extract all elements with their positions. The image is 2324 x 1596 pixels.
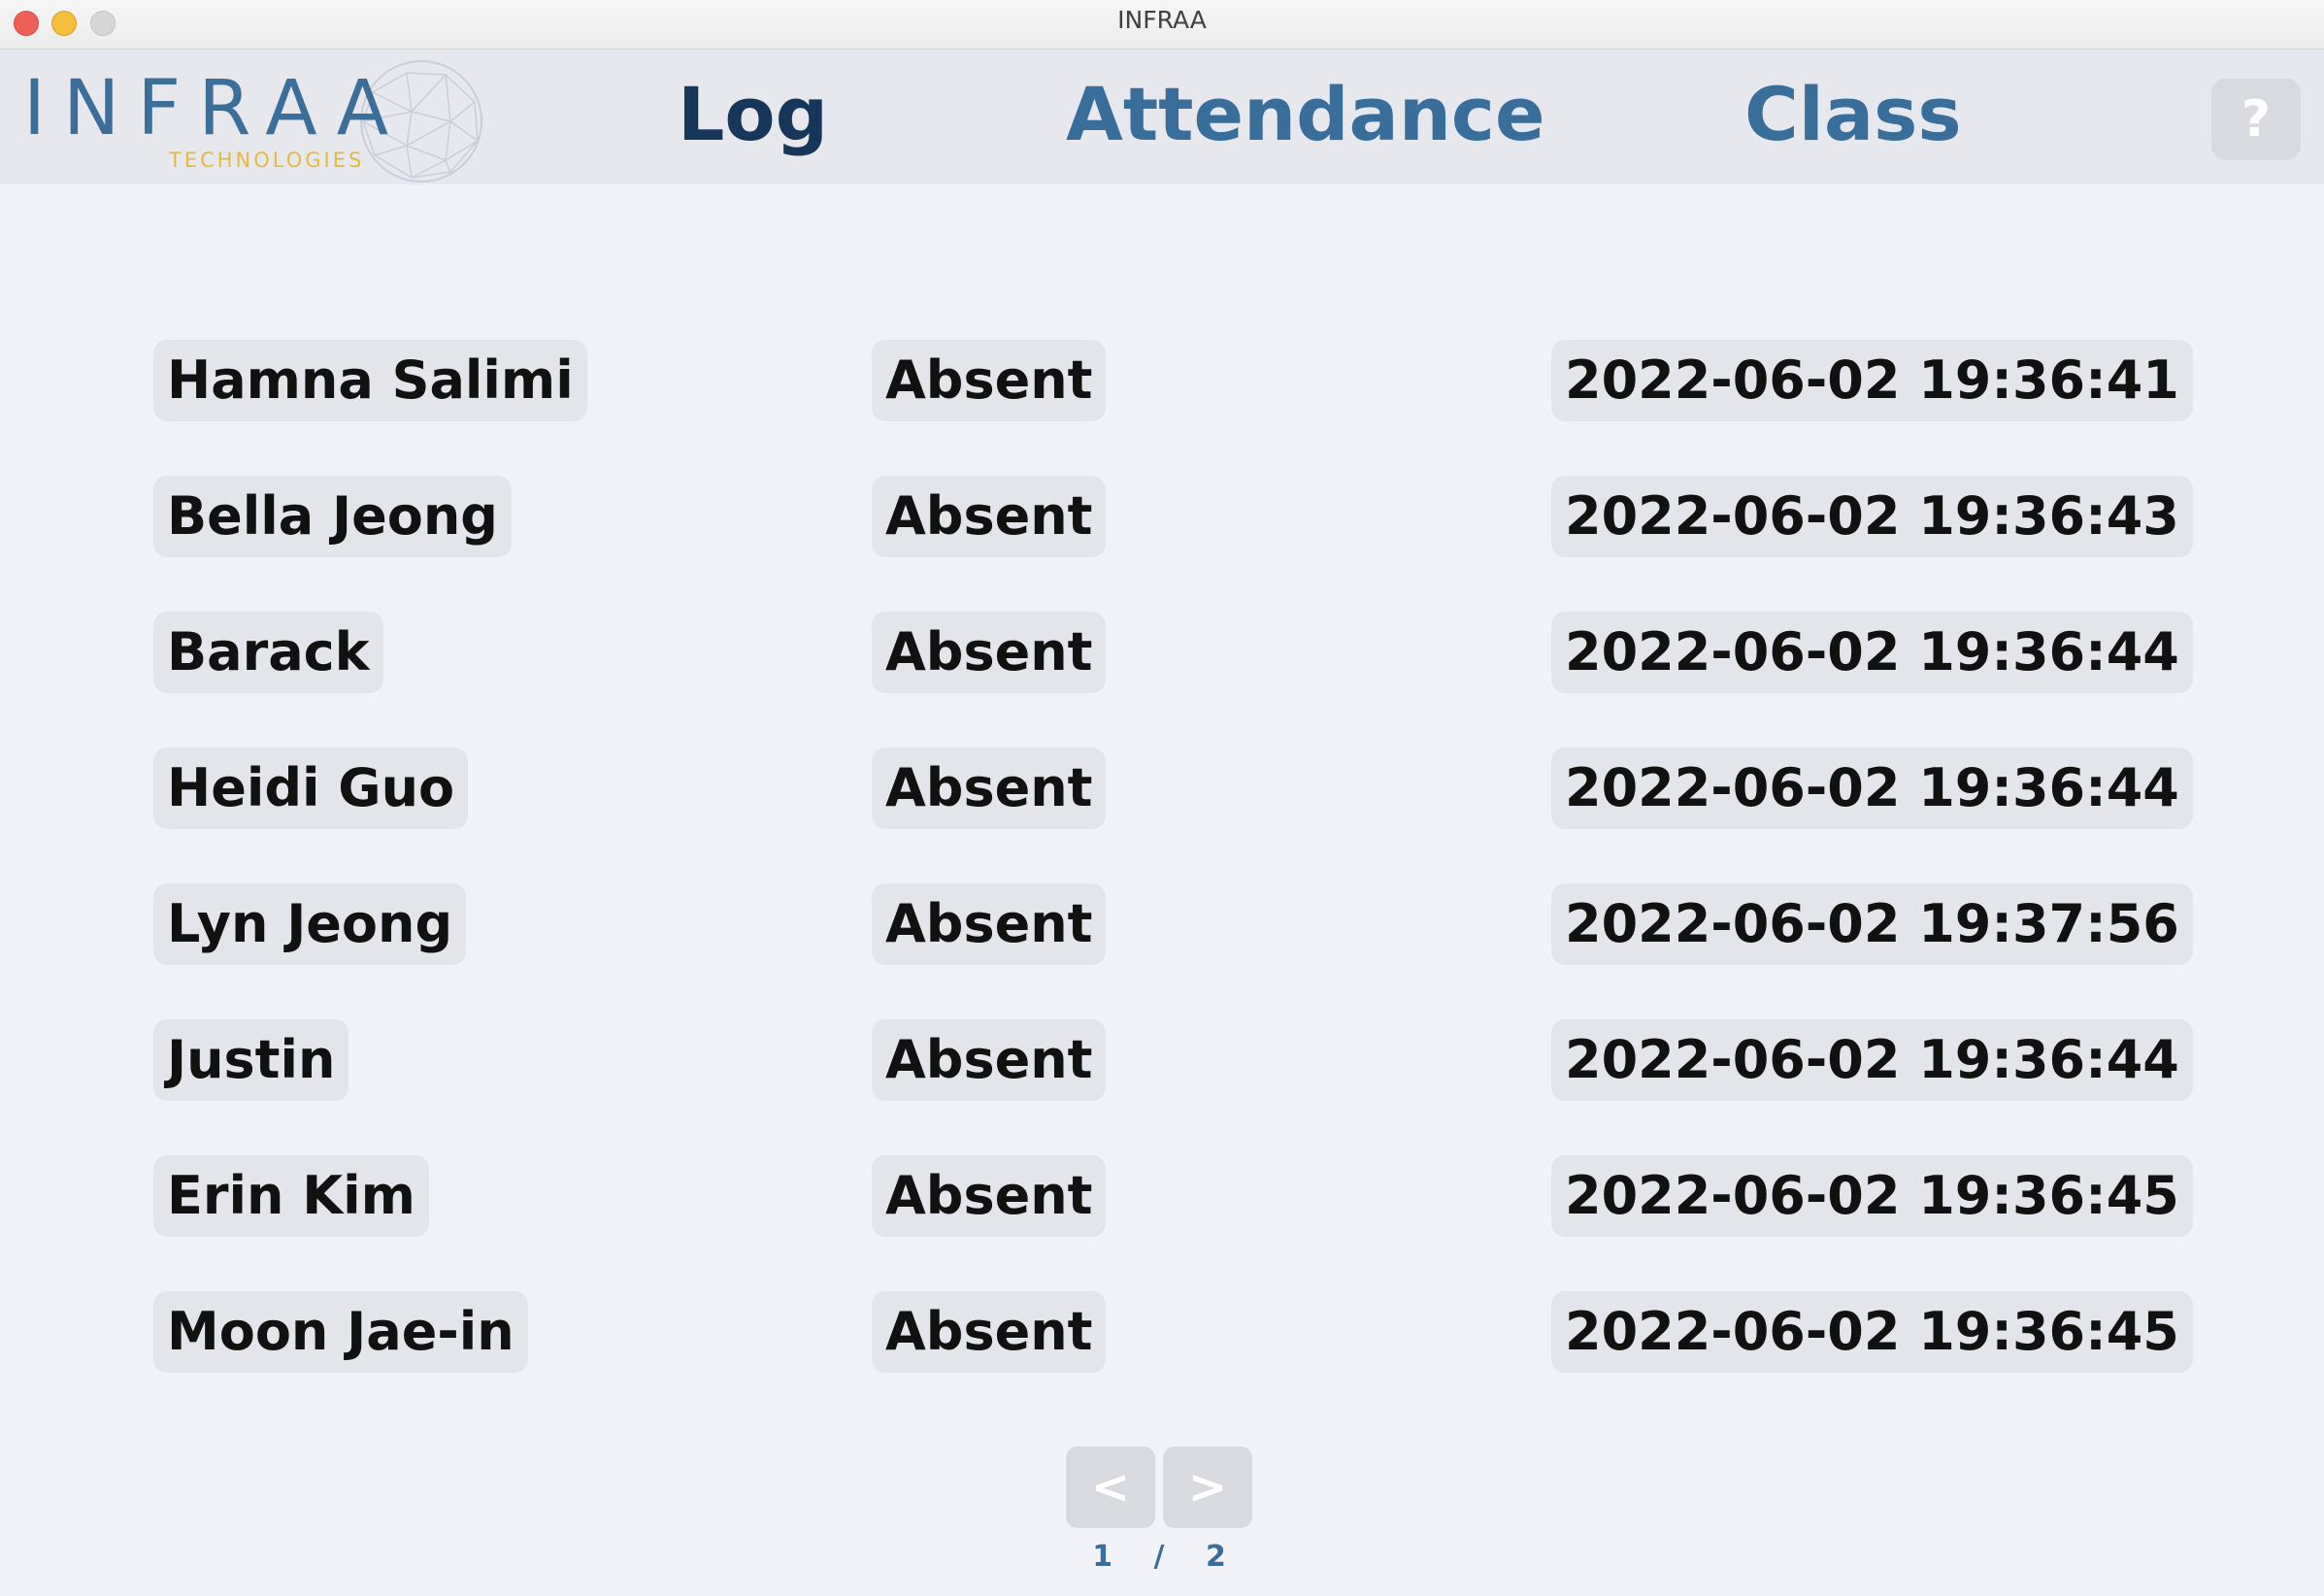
window-title: INFRAA (1117, 6, 1207, 34)
status-badge: Absent (872, 1291, 1107, 1373)
previous-page-button[interactable]: < (1066, 1446, 1155, 1528)
title-bar: INFRAA (0, 0, 2324, 50)
timestamp: 2022-06-02 19:36:45 (1551, 1155, 2193, 1237)
page-separator: / (1153, 1540, 1165, 1574)
student-name: Heidi Guo (153, 748, 469, 829)
page-indicator: 1 / 2 (1066, 1540, 1252, 1574)
logo-wordmark: INFRAA (23, 65, 407, 152)
nav-log[interactable]: Log (678, 71, 828, 157)
status-badge: Absent (872, 612, 1107, 693)
timestamp: 2022-06-02 19:36:43 (1551, 476, 2193, 557)
company-logo: INFRAA TECHNOLOGIES (23, 59, 482, 183)
timestamp: 2022-06-02 19:36:41 (1551, 340, 2193, 421)
next-page-button[interactable]: > (1163, 1446, 1252, 1528)
status-badge: Absent (872, 476, 1107, 557)
nav-attendance[interactable]: Attendance (1066, 71, 1545, 157)
status-badge: Absent (872, 340, 1107, 421)
timestamp: 2022-06-02 19:36:44 (1551, 1019, 2193, 1101)
total-pages: 2 (1205, 1540, 1226, 1574)
student-name: Erin Kim (153, 1155, 429, 1237)
nav-class[interactable]: Class (1744, 71, 1962, 157)
timestamp: 2022-06-02 19:36:44 (1551, 748, 2193, 829)
logo-tagline: TECHNOLOGIES (169, 149, 365, 172)
current-page: 1 (1092, 1540, 1113, 1574)
student-name: Bella Jeong (153, 476, 512, 557)
timestamp: 2022-06-02 19:36:44 (1551, 612, 2193, 693)
status-badge: Absent (872, 748, 1107, 829)
timestamp: 2022-06-02 19:36:45 (1551, 1291, 2193, 1373)
student-name: Hamna Salimi (153, 340, 587, 421)
status-badge: Absent (872, 1019, 1107, 1101)
student-name: Justin (153, 1019, 349, 1101)
timestamp: 2022-06-02 19:37:56 (1551, 883, 2193, 965)
status-badge: Absent (872, 883, 1107, 965)
help-button[interactable]: ? (2211, 79, 2301, 160)
student-name: Barack (153, 612, 383, 693)
student-name: Lyn Jeong (153, 883, 467, 965)
app-window: INFRAA INFRAA TECHNOLOGIES Log Attendanc… (0, 0, 2324, 1596)
status-badge: Absent (872, 1155, 1107, 1237)
student-name: Moon Jae-in (153, 1291, 528, 1373)
app-header: INFRAA TECHNOLOGIES Log Attendance Class… (0, 50, 2324, 184)
